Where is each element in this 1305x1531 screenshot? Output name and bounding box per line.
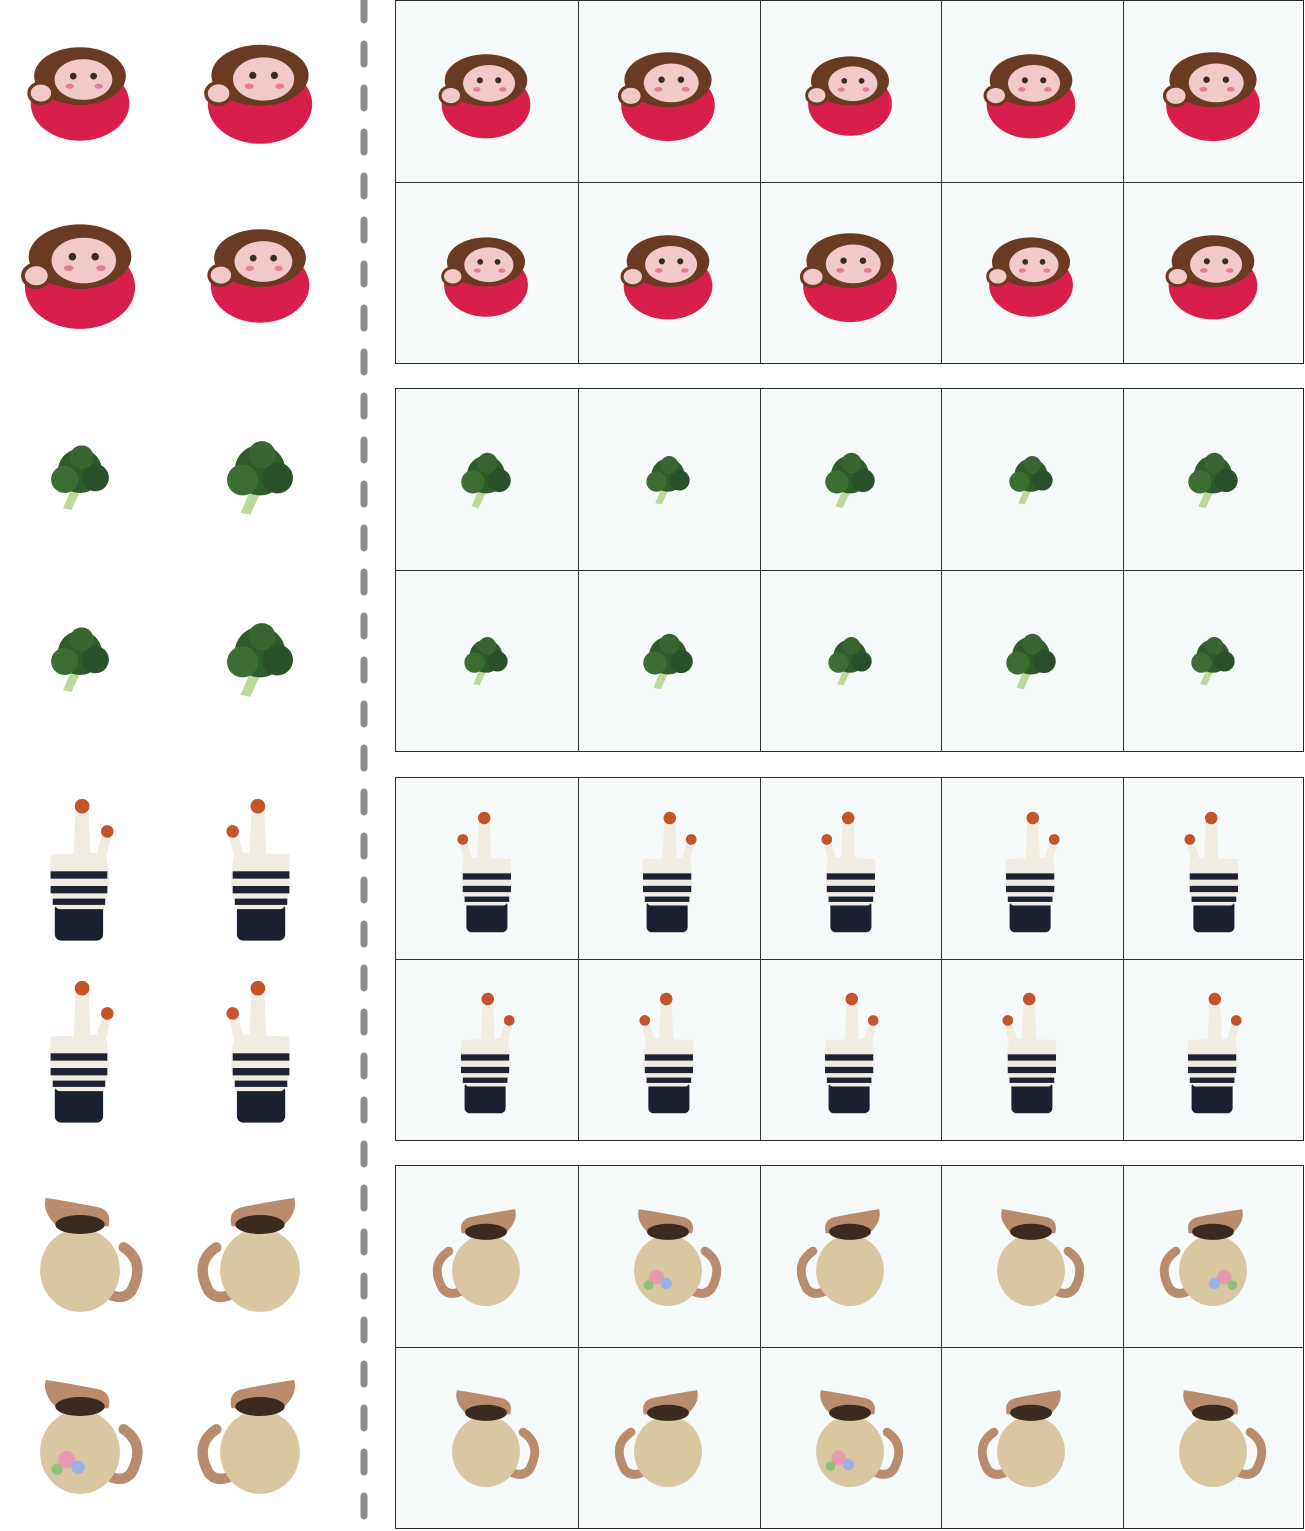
- generated-view-striped-glove: [1123, 959, 1304, 1140]
- generated-view-monkey-backpack: [396, 182, 577, 363]
- generated-view-monkey-backpack: [578, 182, 759, 363]
- input-view-striped-glove: [180, 967, 340, 1127]
- generated-grid-ceramic-pitcher: [395, 1165, 1304, 1529]
- generated-view-striped-glove: [941, 778, 1122, 959]
- generated-grid-monkey-backpack: [395, 0, 1304, 364]
- input-view-broccoli: [0, 578, 160, 738]
- generated-view-striped-glove: [760, 778, 941, 959]
- input-view-broccoli: [180, 396, 340, 556]
- generated-view-monkey-backpack: [941, 182, 1122, 363]
- input-view-striped-glove: [180, 785, 340, 945]
- input-view-monkey-backpack: [0, 190, 160, 350]
- generated-view-ceramic-pitcher: [1123, 1166, 1304, 1347]
- input-view-ceramic-pitcher: [180, 1355, 340, 1515]
- generated-grid-broccoli: [395, 388, 1304, 752]
- generated-grid-striped-glove: [395, 777, 1304, 1141]
- generated-view-striped-glove: [1123, 778, 1304, 959]
- generated-view-ceramic-pitcher: [941, 1347, 1122, 1528]
- generated-view-broccoli: [760, 389, 941, 570]
- generated-view-striped-glove: [760, 959, 941, 1140]
- generated-view-striped-glove: [941, 959, 1122, 1140]
- generated-view-striped-glove: [578, 778, 759, 959]
- generated-view-broccoli: [396, 389, 577, 570]
- generated-view-ceramic-pitcher: [396, 1347, 577, 1528]
- generated-view-monkey-backpack: [760, 182, 941, 363]
- generated-view-monkey-backpack: [578, 1, 759, 182]
- generated-view-ceramic-pitcher: [760, 1166, 941, 1347]
- generated-view-broccoli: [941, 389, 1122, 570]
- input-view-ceramic-pitcher: [0, 1173, 160, 1333]
- input-view-monkey-backpack: [0, 8, 160, 168]
- input-view-monkey-backpack: [180, 8, 340, 168]
- input-view-ceramic-pitcher: [180, 1173, 340, 1333]
- generated-view-ceramic-pitcher: [760, 1347, 941, 1528]
- generated-view-broccoli: [396, 570, 577, 751]
- input-views-column: [0, 0, 350, 1531]
- generated-view-broccoli: [578, 389, 759, 570]
- generated-view-striped-glove: [396, 959, 577, 1140]
- generated-view-monkey-backpack: [1123, 182, 1304, 363]
- generated-view-ceramic-pitcher: [578, 1166, 759, 1347]
- generated-view-ceramic-pitcher: [396, 1166, 577, 1347]
- generated-view-broccoli: [1123, 389, 1304, 570]
- input-view-striped-glove: [0, 967, 160, 1127]
- dashed-divider: [356, 0, 374, 1531]
- input-view-ceramic-pitcher: [0, 1355, 160, 1515]
- generated-view-striped-glove: [396, 778, 577, 959]
- generated-view-ceramic-pitcher: [1123, 1347, 1304, 1528]
- input-view-broccoli: [180, 578, 340, 738]
- generated-view-ceramic-pitcher: [578, 1347, 759, 1528]
- generated-view-striped-glove: [578, 959, 759, 1140]
- generated-view-monkey-backpack: [941, 1, 1122, 182]
- generated-view-broccoli: [578, 570, 759, 751]
- generated-view-broccoli: [760, 570, 941, 751]
- input-view-broccoli: [0, 396, 160, 556]
- generated-view-broccoli: [1123, 570, 1304, 751]
- generated-view-monkey-backpack: [1123, 1, 1304, 182]
- input-view-striped-glove: [0, 785, 160, 945]
- generated-view-monkey-backpack: [396, 1, 577, 182]
- input-view-monkey-backpack: [180, 190, 340, 350]
- generated-view-ceramic-pitcher: [941, 1166, 1122, 1347]
- generated-view-monkey-backpack: [760, 1, 941, 182]
- generated-view-broccoli: [941, 570, 1122, 751]
